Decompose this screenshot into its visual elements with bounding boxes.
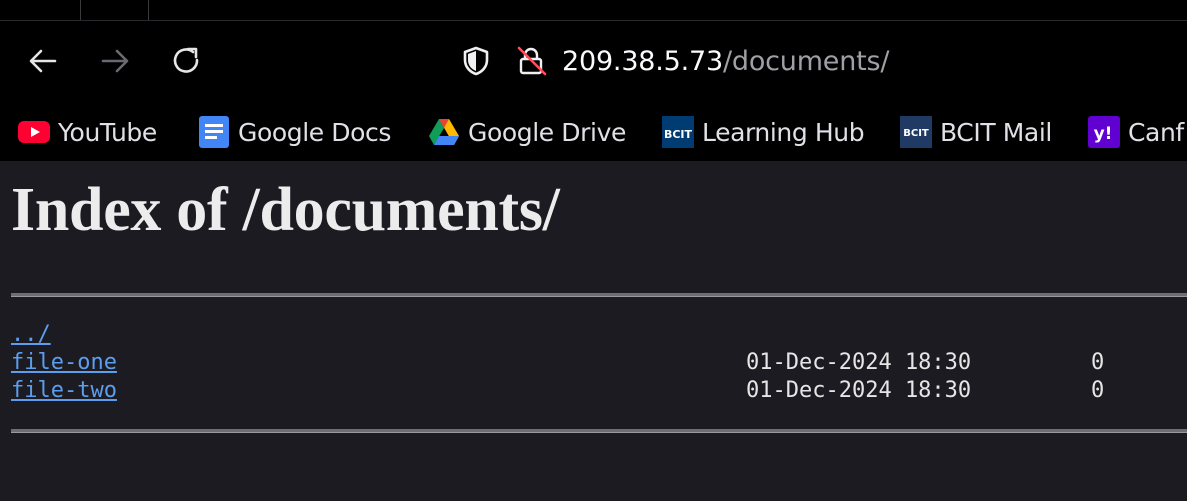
file-date: 01-Dec-2024 18:30 xyxy=(746,350,972,375)
bookmark-bcit-mail[interactable]: BCIT BCIT Mail xyxy=(900,115,1052,149)
reload-button[interactable] xyxy=(167,41,207,81)
bookmark-label: Google Drive xyxy=(468,117,626,147)
divider-bottom xyxy=(11,429,1187,433)
bcit-badge: BCIT xyxy=(903,128,929,139)
file-size: 0 xyxy=(1091,378,1105,403)
bookmark-label: BCIT Mail xyxy=(940,117,1052,147)
connection-not-secure-button[interactable] xyxy=(516,45,548,77)
list-item: ../ xyxy=(11,321,1187,349)
parent-directory-link[interactable]: ../ xyxy=(11,321,51,349)
bcit-badge: BCIT xyxy=(664,128,693,141)
back-button[interactable] xyxy=(23,41,63,81)
list-item: file-two 01-Dec-2024 18:30 0 xyxy=(11,377,1187,405)
google-docs-icon xyxy=(198,116,230,148)
file-date: 01-Dec-2024 18:30 xyxy=(746,378,972,403)
page-title: Index of /documents/ xyxy=(11,176,560,244)
bookmark-learning-hub[interactable]: BCIT Learning Hub xyxy=(662,115,865,149)
list-item: file-one 01-Dec-2024 18:30 0 xyxy=(11,349,1187,377)
reload-icon xyxy=(173,47,199,73)
bookmarks-toolbar: YouTube Google Docs Google Drive BCIT Le… xyxy=(0,103,1187,161)
arrow-right-icon xyxy=(101,49,129,73)
file-link[interactable]: file-one xyxy=(11,349,117,377)
bookmark-label: Google Docs xyxy=(238,117,392,147)
bookmark-label: YouTube xyxy=(58,117,157,147)
tab-strip xyxy=(0,0,1187,21)
bookmark-canf[interactable]: y! Canf xyxy=(1088,115,1184,149)
tracking-protection-button[interactable] xyxy=(460,45,492,77)
bookmark-youtube[interactable]: YouTube xyxy=(18,115,157,149)
bookmark-label: Learning Hub xyxy=(702,117,865,147)
directory-listing: ../ file-one 01-Dec-2024 18:30 0 file-tw… xyxy=(11,321,1187,405)
bcit-mail-icon: BCIT xyxy=(900,116,932,148)
address-bar[interactable]: 209.38.5.73/documents/ xyxy=(460,39,1060,83)
yahoo-badge: y! xyxy=(1094,124,1113,144)
yahoo-icon: y! xyxy=(1088,116,1120,148)
google-drive-icon xyxy=(428,116,460,148)
file-link[interactable]: file-two xyxy=(11,377,117,405)
url-path: /documents/ xyxy=(722,45,890,77)
insecure-lock-icon xyxy=(517,46,547,76)
arrow-left-icon xyxy=(29,49,57,73)
tab-separator xyxy=(80,0,81,20)
bookmark-google-docs[interactable]: Google Docs xyxy=(198,115,391,149)
bookmark-label: Canf xyxy=(1128,117,1184,147)
divider-top xyxy=(11,293,1187,297)
youtube-icon xyxy=(18,116,50,148)
forward-button[interactable] xyxy=(95,41,135,81)
navigation-toolbar: 209.38.5.73/documents/ xyxy=(0,21,1187,103)
tab-separator xyxy=(148,0,149,20)
url-text[interactable]: 209.38.5.73/documents/ xyxy=(562,46,889,77)
shield-icon xyxy=(463,46,489,76)
file-size: 0 xyxy=(1091,350,1105,375)
bookmark-google-drive[interactable]: Google Drive xyxy=(428,115,626,149)
url-host: 209.38.5.73 xyxy=(562,45,723,77)
bcit-learning-hub-icon: BCIT xyxy=(662,116,694,148)
page-content: Index of /documents/ ../ file-one 01-Dec… xyxy=(0,161,1187,501)
